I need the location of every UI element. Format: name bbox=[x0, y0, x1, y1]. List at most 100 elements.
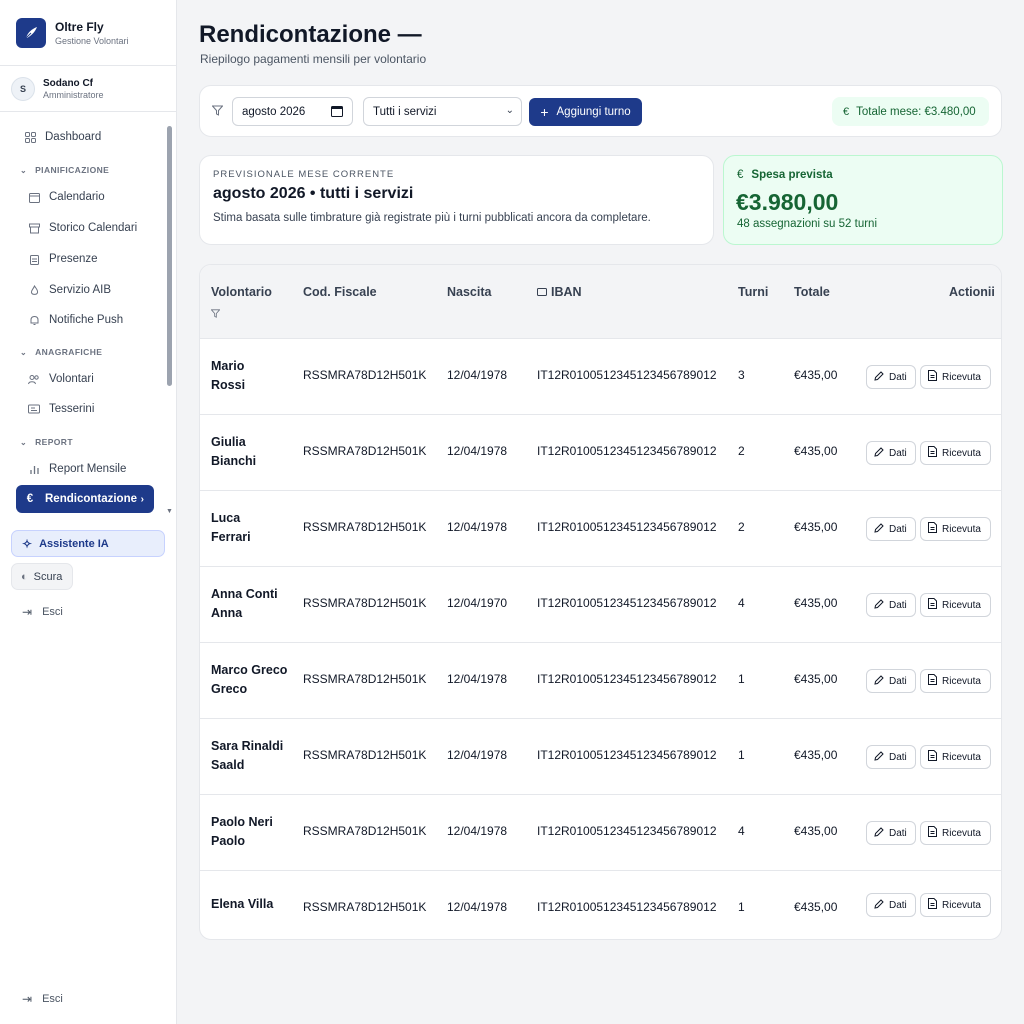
column-header-iban[interactable]: IBAN bbox=[537, 285, 582, 299]
volunteers-table: Volontario Cod. Fiscale Nascita IBAN Tur… bbox=[199, 264, 1002, 940]
fiscal-code: RSSMRA78D12H501K bbox=[303, 824, 427, 838]
chevron-down-icon: ⌄ bbox=[20, 347, 28, 357]
fiscal-code: RSSMRA78D12H501K bbox=[303, 368, 427, 382]
calendar-icon[interactable] bbox=[331, 105, 343, 120]
data-button[interactable]: Dati bbox=[866, 745, 916, 769]
filter-icon[interactable] bbox=[210, 309, 221, 321]
table-row: Anna Conti Anna RSSMRA78D12H501K 12/04/1970… bbox=[200, 567, 1001, 643]
logout-button-bottom[interactable]: ⇥ Esci bbox=[22, 992, 63, 1006]
volunteer-name-line1: Marco Greco bbox=[211, 663, 288, 677]
user-profile[interactable]: S Sodano Cf Amministratore bbox=[0, 66, 176, 112]
sidebar-item-rendicontazione[interactable]: € Rendicontazione › bbox=[16, 485, 154, 513]
sidebar-item-notifiche[interactable]: Notifiche Push bbox=[20, 307, 154, 333]
section-pianificazione[interactable]: ⌄ PIANIFICAZIONE bbox=[20, 165, 109, 175]
iban: IT12R0100512345123456789012 bbox=[537, 900, 717, 914]
add-shift-label: Aggiungi turno bbox=[556, 106, 631, 118]
receipt-button[interactable]: Ricevuta bbox=[920, 745, 991, 769]
receipt-button[interactable]: Ricevuta bbox=[920, 821, 991, 845]
scrollbar-thumb[interactable] bbox=[167, 126, 172, 386]
sidebar-item-tesserini[interactable]: Tesserini bbox=[20, 396, 154, 422]
service-select[interactable]: Tutti i servizi ⌄ bbox=[363, 97, 522, 126]
receipt-button[interactable]: Ricevuta bbox=[920, 593, 991, 617]
column-header-azioni: Actionii bbox=[949, 285, 995, 299]
receipt-button[interactable]: Ricevuta bbox=[920, 517, 991, 541]
shift-count: 1 bbox=[738, 748, 745, 762]
receipt-button-label: Ricevuta bbox=[942, 675, 981, 687]
fiscal-code: RSSMRA78D12H501K bbox=[303, 900, 427, 914]
sidebar-item-dashboard[interactable]: Dashboard bbox=[16, 124, 154, 150]
section-report[interactable]: ⌄ REPORT bbox=[20, 437, 73, 447]
document-icon bbox=[928, 370, 937, 384]
receipt-button-label: Ricevuta bbox=[942, 827, 981, 839]
column-header-volontario[interactable]: Volontario bbox=[211, 285, 272, 299]
chevron-right-icon: › bbox=[140, 493, 144, 505]
user-role: Amministratore bbox=[43, 89, 104, 100]
archive-icon bbox=[28, 222, 40, 234]
fiscal-code: RSSMRA78D12H501K bbox=[303, 520, 427, 534]
data-button[interactable]: Dati bbox=[866, 441, 916, 465]
sidebar-item-volontari[interactable]: Volontari bbox=[20, 366, 154, 392]
data-button[interactable]: Dati bbox=[866, 593, 916, 617]
column-header-turni[interactable]: Turni bbox=[738, 285, 768, 299]
row-total: €435,00 bbox=[794, 672, 838, 686]
receipt-button[interactable]: Ricevuta bbox=[920, 669, 991, 693]
row-total: €435,00 bbox=[794, 444, 838, 458]
sidebar-item-label: Servizio AIB bbox=[49, 284, 111, 296]
data-button[interactable]: Dati bbox=[866, 669, 916, 693]
pencil-icon bbox=[874, 522, 884, 536]
row-total: €435,00 bbox=[794, 520, 838, 534]
document-icon bbox=[928, 826, 937, 840]
receipt-button[interactable]: Ricevuta bbox=[920, 365, 991, 389]
receipt-button[interactable]: Ricevuta bbox=[920, 893, 991, 917]
volunteer-name-line1: Anna Conti bbox=[211, 587, 278, 601]
section-anagrafiche[interactable]: ⌄ ANAGRAFICHE bbox=[20, 347, 102, 357]
data-button[interactable]: Dati bbox=[866, 517, 916, 541]
sidebar-item-presenze[interactable]: Presenze bbox=[20, 246, 154, 272]
forecast-card: PREVISIONALE MESE CORRENTE agosto 2026 •… bbox=[199, 155, 714, 245]
shift-count: 2 bbox=[738, 444, 745, 458]
data-button[interactable]: Dati bbox=[866, 365, 916, 389]
theme-toggle-button[interactable]: ◐ Scura bbox=[11, 563, 73, 590]
sidebar-item-calendario[interactable]: Calendario bbox=[20, 184, 154, 210]
document-icon bbox=[928, 674, 937, 688]
chevron-down-icon: ⌄ bbox=[20, 165, 28, 175]
sidebar-item-servizio-aib[interactable]: Servizio AIB bbox=[20, 277, 154, 303]
column-header-cf[interactable]: Cod. Fiscale bbox=[303, 285, 377, 299]
card-icon bbox=[537, 288, 547, 296]
logout-button[interactable]: ⇥ Esci bbox=[22, 605, 63, 619]
volunteer-name-line1: Giulia bbox=[211, 435, 246, 449]
filter-toolbar: agosto 2026 Tutti i servizi ⌄ + Aggiungi… bbox=[199, 85, 1002, 137]
sidebar-item-storico[interactable]: Storico Calendari bbox=[20, 215, 154, 241]
euro-icon: € bbox=[843, 105, 850, 118]
sidebar-item-report-mensile[interactable]: Report Mensile bbox=[20, 456, 154, 482]
column-header-nascita[interactable]: Nascita bbox=[447, 285, 491, 299]
iban: IT12R0100512345123456789012 bbox=[537, 596, 717, 610]
section-label: PIANIFICAZIONE bbox=[35, 165, 110, 175]
sidebar: Oltre Fly Gestione Volontari S Sodano Cf… bbox=[0, 0, 177, 1024]
assistant-button[interactable]: ✧ Assistente IA bbox=[11, 530, 165, 557]
month-total-badge: € Totale mese: €3.480,00 bbox=[832, 97, 989, 126]
scroll-down-icon[interactable]: ▼ bbox=[166, 508, 173, 515]
add-shift-button[interactable]: + Aggiungi turno bbox=[529, 98, 642, 126]
column-header-totale[interactable]: Totale bbox=[794, 285, 830, 299]
volunteer-name-line2: Ferrari bbox=[211, 530, 251, 544]
shift-count: 4 bbox=[738, 596, 745, 610]
birth-date: 12/04/1978 bbox=[447, 824, 508, 838]
calendar-icon bbox=[28, 191, 40, 203]
sidebar-scrollbar[interactable]: ▼ bbox=[166, 122, 174, 515]
receipt-button[interactable]: Ricevuta bbox=[920, 441, 991, 465]
shift-count: 1 bbox=[738, 672, 745, 686]
moon-icon: ◐ bbox=[21, 570, 28, 583]
row-total: €435,00 bbox=[794, 824, 838, 838]
bell-icon bbox=[28, 314, 40, 326]
data-button[interactable]: Dati bbox=[866, 893, 916, 917]
volunteer-name-line2: Greco bbox=[211, 682, 248, 696]
table-row: Paolo Neri Paolo RSSMRA78D12H501K 12/04/197… bbox=[200, 795, 1001, 871]
volunteer-name-line1: Sara Rinaldi bbox=[211, 739, 284, 753]
data-button[interactable]: Dati bbox=[866, 821, 916, 845]
month-picker[interactable]: agosto 2026 bbox=[232, 97, 353, 126]
birth-date: 12/04/1978 bbox=[447, 900, 508, 914]
section-label: REPORT bbox=[35, 437, 73, 447]
row-total: €435,00 bbox=[794, 596, 838, 610]
clipboard-icon bbox=[28, 253, 40, 265]
